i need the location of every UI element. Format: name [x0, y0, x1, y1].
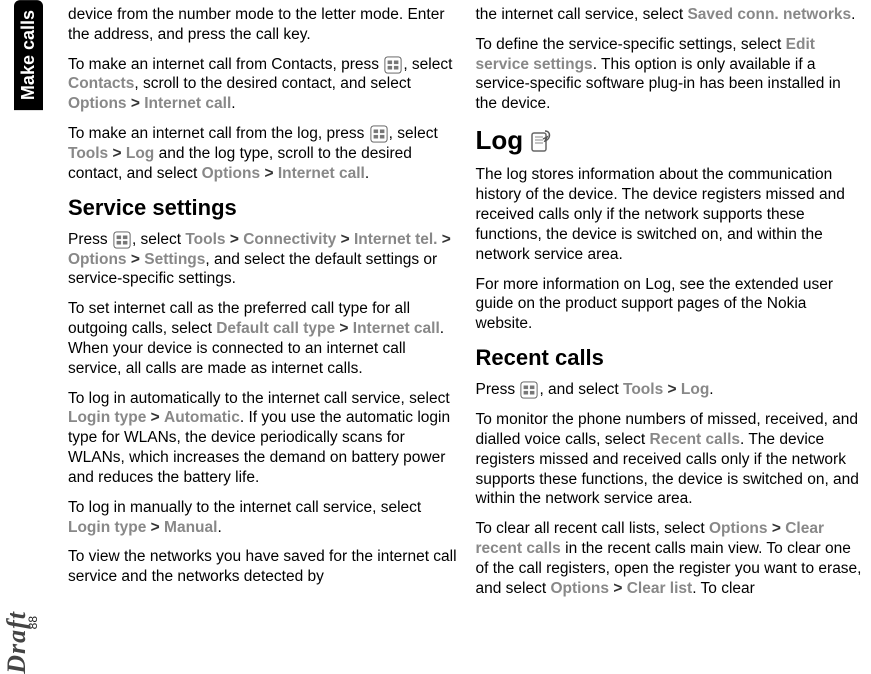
paragraph: To view the networks you have saved for … [68, 547, 458, 587]
ui-term: Options [709, 520, 768, 537]
paragraph: the internet call service, select Saved … [476, 5, 866, 25]
paragraph: device from the number mode to the lette… [68, 5, 458, 45]
ui-term: Tools [623, 381, 663, 398]
menu-key-icon [520, 381, 538, 399]
ui-term: Saved conn. networks [687, 6, 851, 23]
ui-term: Log [126, 145, 154, 162]
ui-term: Settings [144, 251, 205, 268]
left-sidebar: Make calls 88 Draft [0, 0, 48, 674]
ui-term: Options [68, 251, 127, 268]
paragraph: To log in automatically to the internet … [68, 389, 458, 488]
paragraph: To make an internet call from Contacts, … [68, 55, 458, 114]
paragraph: To clear all recent call lists, select O… [476, 519, 866, 598]
ui-term: Manual [164, 519, 217, 536]
heading-recent-calls: Recent calls [476, 344, 866, 372]
ui-term: Log [681, 381, 709, 398]
draft-watermark: Draft [2, 611, 32, 674]
paragraph: To set internet call as the preferred ca… [68, 299, 458, 378]
paragraph: For more information on Log, see the ext… [476, 275, 866, 334]
ui-term: Tools [68, 145, 108, 162]
ui-term: Tools [185, 231, 225, 248]
ui-term: Login type [68, 519, 146, 536]
paragraph: Press , select Tools > Connectivity > In… [68, 230, 458, 289]
ui-term: Recent calls [650, 431, 740, 448]
column-right: the internet call service, select Saved … [476, 5, 866, 669]
paragraph: To log in manually to the internet call … [68, 498, 458, 538]
ui-term: Connectivity [243, 231, 336, 248]
menu-key-icon [113, 231, 131, 249]
paragraph: To make an internet call from the log, p… [68, 124, 458, 183]
content-area: device from the number mode to the lette… [48, 0, 871, 674]
log-icon [529, 127, 557, 155]
ui-term: Contacts [68, 75, 134, 92]
heading-service-settings: Service settings [68, 194, 458, 222]
menu-key-icon [370, 125, 388, 143]
heading-log: Log [476, 124, 866, 157]
ui-term: Default call type [216, 320, 335, 337]
column-left: device from the number mode to the lette… [68, 5, 458, 669]
ui-term: Internet tel. [354, 231, 438, 248]
ui-term: Automatic [164, 409, 240, 426]
ui-term: Internet call [144, 95, 231, 112]
ui-term: Internet call [278, 165, 365, 182]
ui-term: Options [202, 165, 261, 182]
paragraph: Press , and select Tools > Log. [476, 380, 866, 400]
paragraph: The log stores information about the com… [476, 165, 866, 264]
ui-term: Internet call [353, 320, 440, 337]
ui-term: Clear list [627, 580, 692, 597]
ui-term: Options [550, 580, 609, 597]
paragraph: To define the service-specific settings,… [476, 35, 866, 114]
menu-key-icon [384, 56, 402, 74]
paragraph: To monitor the phone numbers of missed, … [476, 410, 866, 509]
ui-term: Login type [68, 409, 146, 426]
section-tab: Make calls [14, 0, 43, 110]
ui-term: Options [68, 95, 127, 112]
page-container: Make calls 88 Draft device from the numb… [0, 0, 871, 674]
